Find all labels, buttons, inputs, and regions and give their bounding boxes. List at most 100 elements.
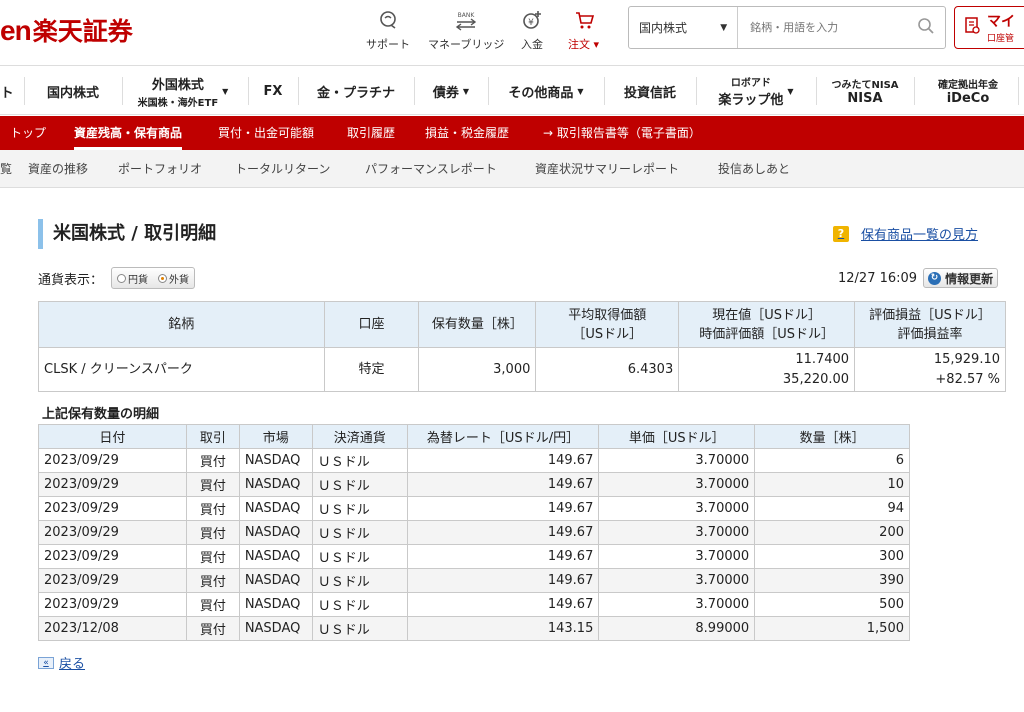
subnav-item-portfolio[interactable]: ポートフォリオ [118, 150, 202, 188]
shares: 10 [754, 472, 910, 497]
product-nav-item-gold-platinum[interactable]: 金・プラチナ [304, 67, 408, 115]
product-nav-item-domestic-stocks[interactable]: 国内株式 [30, 67, 116, 115]
holdings-guide-link[interactable]: ? 保有商品一覧の見方 [833, 224, 978, 243]
rakuten-logo[interactable]: en 楽天証券 [0, 12, 133, 46]
radio-selected-icon [158, 273, 168, 283]
trade-type: 買付 [185, 448, 240, 473]
account-nav-reports[interactable]: → 取引報告書等（電子書面） [543, 116, 701, 150]
product-nav-item-fx[interactable]: FX [254, 67, 292, 115]
update-timestamp-area: 12/27 16:09 ↻ 情報更新 [838, 268, 999, 288]
product-nav-item-mutual-funds[interactable]: 投資信託 [610, 67, 690, 115]
fx-rate: 149.67 [406, 496, 600, 521]
account-nav-buying-power[interactable]: 買付・出金可能額 [218, 116, 314, 150]
help-icon: ? [833, 225, 849, 242]
product-nav-item-ideco[interactable]: 確定拠出年金 iDeCo [920, 67, 1016, 115]
subnav-item-total-return[interactable]: トータルリターン [235, 150, 330, 188]
currency-option-foreign[interactable]: 外貨 [153, 268, 194, 288]
subnav-item-partial[interactable]: 覧 [0, 150, 12, 188]
subnav-item-asset-history[interactable]: 資産の推移 [28, 150, 88, 188]
market: NASDAQ [238, 544, 313, 569]
market: NASDAQ [238, 496, 313, 521]
market: NASDAQ [238, 592, 313, 617]
market: NASDAQ [238, 520, 313, 545]
refresh-button[interactable]: ↻ 情報更新 [923, 268, 999, 288]
col-header-market: 市場 [238, 424, 313, 449]
unit-price: 3.70000 [598, 568, 756, 593]
table-row: CLSK / クリーンスパーク 特定 3,000 6.4303 11.7400 3… [38, 347, 1006, 392]
search-box: 国内株式 ▼ [628, 6, 946, 49]
currency-option-jpy[interactable]: 円貨 [112, 268, 153, 288]
top-header: en 楽天証券 サポート BANK マネーブリッジ ¥ 入金 注文 ▾ 国内株式… [0, 0, 1024, 66]
table-row: 2023/09/29 買付 NASDAQ ＵＳドル 149.67 3.70000 390 [38, 568, 910, 593]
col-header-security: 銘柄 [38, 301, 325, 348]
currency-label: 通貨表示： [38, 272, 104, 288]
account-doc-icon [965, 16, 981, 39]
trade-date: 2023/09/29 [38, 544, 187, 569]
fx-rate: 149.67 [406, 568, 600, 593]
col-header-fx-rate: 為替レート［USドル/円］ [406, 424, 600, 449]
search-category-select[interactable]: 国内株式 ▼ [629, 7, 739, 48]
trade-type: 買付 [185, 496, 240, 521]
col-header-settlement-currency: 決済通貨 [311, 424, 408, 449]
security-name: CLSK / クリーンスパーク [38, 347, 325, 392]
trade-date: 2023/09/29 [38, 448, 187, 473]
settlement-currency: ＵＳドル [311, 520, 408, 545]
caret-down-icon: ▼ [222, 86, 229, 96]
timestamp: 12/27 16:09 [838, 270, 918, 286]
col-header-avg-price: 平均取得価額 ［USドル］ [535, 301, 680, 348]
account-nav-holdings[interactable]: 資産残高・保有商品 [74, 116, 183, 150]
unit-price: 3.70000 [598, 448, 756, 473]
trade-date: 2023/09/29 [38, 568, 187, 593]
trade-date: 2023/12/08 [38, 616, 187, 641]
col-header-account: 口座 [323, 301, 420, 348]
settlement-currency: ＵＳドル [311, 472, 408, 497]
fx-rate: 149.67 [406, 448, 600, 473]
detail-subtitle: 上記保有数量の明細 [42, 407, 160, 422]
support-icon [377, 8, 399, 32]
subnav-item-asset-summary-report[interactable]: 資産状況サマリーレポート [535, 150, 679, 188]
support-button[interactable]: サポート [366, 8, 410, 52]
market: NASDAQ [238, 568, 313, 593]
col-header-current-price: 現在値［USドル］ 時価評価額［USドル］ [678, 301, 856, 348]
deposit-button[interactable]: ¥ 入金 [521, 8, 543, 52]
caret-down-icon: ▼ [577, 86, 584, 96]
table-row: 2023/09/29 買付 NASDAQ ＵＳドル 149.67 3.70000 6 [38, 448, 910, 473]
unit-price: 3.70000 [598, 520, 756, 545]
mypage-button[interactable]: マイ 口座管 [954, 6, 1024, 49]
account-nav-trade-history[interactable]: 取引履歴 [347, 116, 395, 150]
back-link[interactable]: « 戻る [38, 653, 85, 672]
product-nav-item-bonds[interactable]: 債券 ▼ [420, 67, 482, 115]
fx-rate: 149.67 [406, 544, 600, 569]
settlement-currency: ＵＳドル [311, 496, 408, 521]
shares: 1,500 [754, 616, 910, 641]
bank-bridge-icon: BANK [451, 8, 481, 32]
settlement-currency: ＵＳドル [311, 568, 408, 593]
detail-table: 日付 取引 市場 決済通貨 為替レート［USドル/円］ 単価［USドル］ 数量［… [38, 424, 910, 641]
caret-down-icon: ▼ [462, 86, 470, 96]
subnav-item-performance-report[interactable]: パフォーマンスレポート [365, 150, 497, 188]
shares: 200 [754, 520, 910, 545]
product-nav-item-nisa[interactable]: つみたてNISA NISA [822, 67, 908, 115]
product-nav-item-foreign-stocks[interactable]: 外国株式 米国株・海外ETF ▼ [128, 67, 238, 115]
fx-rate: 149.67 [406, 592, 600, 617]
order-menu-button[interactable]: 注文 ▾ [568, 8, 599, 52]
subnav-item-fund-footprints[interactable]: 投信あしあと [718, 150, 790, 188]
search-button[interactable] [907, 7, 945, 48]
shares: 300 [754, 544, 910, 569]
double-left-arrow-icon: « [38, 656, 54, 669]
settlement-currency: ＵＳドル [311, 448, 408, 473]
caret-down-icon: ▼ [787, 86, 794, 96]
money-bridge-button[interactable]: BANK マネーブリッジ [428, 8, 504, 52]
product-nav-item-robo-advisor[interactable]: ロボアド 楽ラップ他 ▼ [702, 67, 810, 115]
product-nav-item-partial[interactable]: ト [0, 67, 14, 115]
trade-date: 2023/09/29 [38, 472, 187, 497]
refresh-icon: ↻ [928, 271, 942, 285]
account-nav-top[interactable]: トップ [10, 116, 46, 150]
trade-type: 買付 [185, 616, 240, 641]
trade-type: 買付 [185, 568, 240, 593]
search-input[interactable] [738, 7, 908, 48]
col-header-trade: 取引 [185, 424, 240, 449]
table-row: 2023/09/29 買付 NASDAQ ＵＳドル 149.67 3.70000 10 [38, 472, 910, 497]
product-nav-item-other-products[interactable]: その他商品 ▼ [494, 67, 598, 115]
account-nav-pnl-tax[interactable]: 損益・税金履歴 [425, 116, 509, 150]
